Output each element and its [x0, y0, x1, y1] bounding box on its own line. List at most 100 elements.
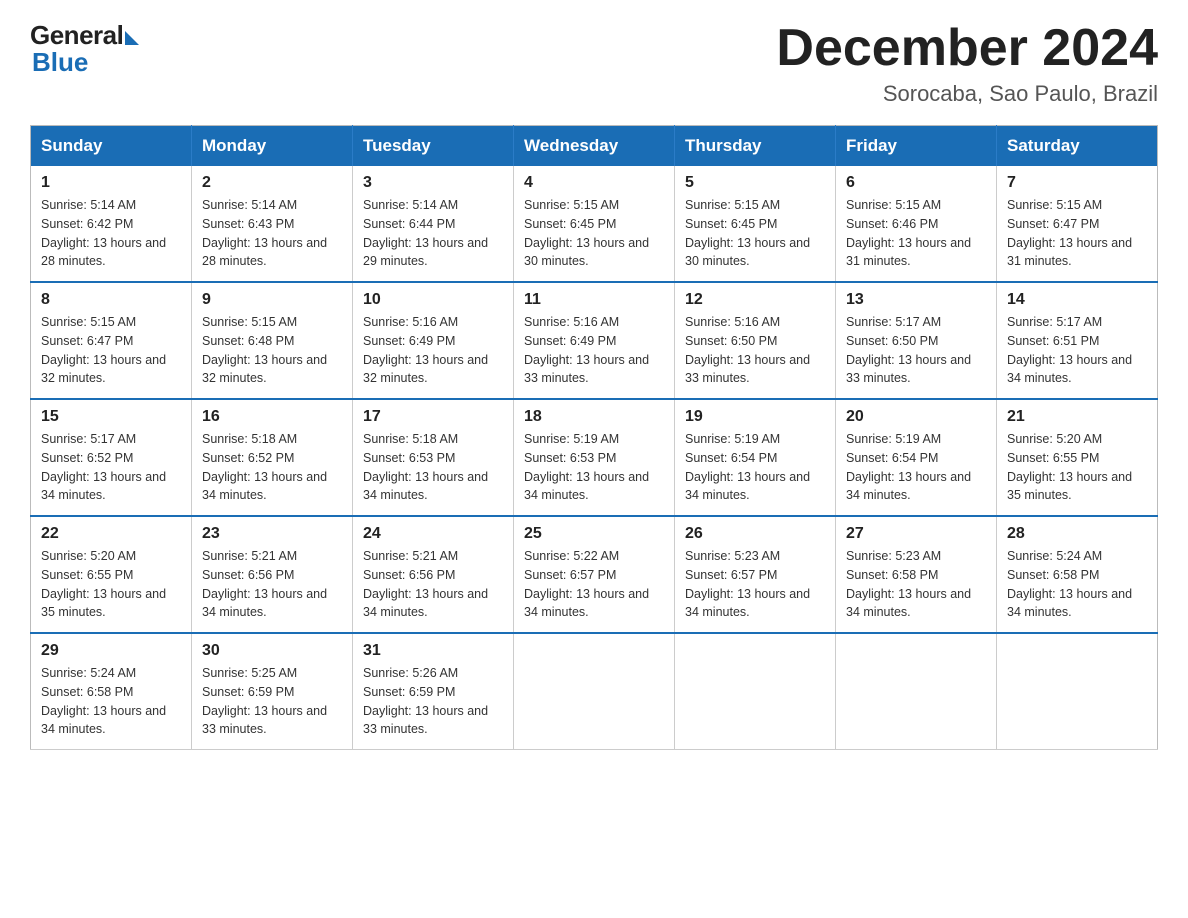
day-info: Sunrise: 5:23 AMSunset: 6:58 PMDaylight:… — [846, 547, 986, 622]
day-info: Sunrise: 5:15 AMSunset: 6:47 PMDaylight:… — [1007, 196, 1147, 271]
calendar-day-cell: 30 Sunrise: 5:25 AMSunset: 6:59 PMDayligh… — [192, 633, 353, 750]
day-info: Sunrise: 5:19 AMSunset: 6:54 PMDaylight:… — [846, 430, 986, 505]
calendar-day-cell: 23 Sunrise: 5:21 AMSunset: 6:56 PMDayligh… — [192, 516, 353, 633]
calendar-day-cell: 3Sunrise: 5:14 AMSunset: 6:44 PMDaylight… — [353, 166, 514, 282]
day-info: Sunrise: 5:15 AMSunset: 6:46 PMDaylight:… — [846, 196, 986, 271]
day-number: 3 — [363, 174, 503, 192]
day-info: Sunrise: 5:15 AMSunset: 6:45 PMDaylight:… — [524, 196, 664, 271]
calendar-day-cell: 7 Sunrise: 5:15 AMSunset: 6:47 PMDaylight… — [997, 166, 1158, 282]
day-info: Sunrise: 5:25 AMSunset: 6:59 PMDaylight:… — [202, 664, 342, 739]
day-info: Sunrise: 5:23 AMSunset: 6:57 PMDaylight:… — [685, 547, 825, 622]
calendar-day-cell: 4 Sunrise: 5:15 AMSunset: 6:45 PMDaylight… — [514, 166, 675, 282]
calendar-day-cell: 27 Sunrise: 5:23 AMSunset: 6:58 PMDayligh… — [836, 516, 997, 633]
weekday-header-sunday: Sunday — [31, 126, 192, 167]
day-number: 2 — [202, 174, 342, 192]
calendar-day-cell: 25Sunrise: 5:22 AMSunset: 6:57 PMDayligh… — [514, 516, 675, 633]
day-info: Sunrise: 5:16 AMSunset: 6:49 PMDaylight:… — [363, 313, 503, 388]
day-number: 18 — [524, 408, 664, 426]
calendar-day-cell: 18 Sunrise: 5:19 AMSunset: 6:53 PMDayligh… — [514, 399, 675, 516]
day-number: 5 — [685, 174, 825, 192]
day-info: Sunrise: 5:24 AMSunset: 6:58 PMDaylight:… — [41, 664, 181, 739]
day-number: 4 — [524, 174, 664, 192]
location-subtitle: Sorocaba, Sao Paulo, Brazil — [776, 81, 1158, 107]
calendar-week-row: 22 Sunrise: 5:20 AMSunset: 6:55 PMDayligh… — [31, 516, 1158, 633]
day-info: Sunrise: 5:17 AMSunset: 6:50 PMDaylight:… — [846, 313, 986, 388]
day-info: Sunrise: 5:20 AMSunset: 6:55 PMDaylight:… — [41, 547, 181, 622]
day-number: 1 — [41, 174, 181, 192]
calendar-day-cell: 31Sunrise: 5:26 AMSunset: 6:59 PMDayligh… — [353, 633, 514, 750]
logo: General Blue — [30, 20, 139, 78]
calendar-day-cell: 20 Sunrise: 5:19 AMSunset: 6:54 PMDayligh… — [836, 399, 997, 516]
calendar-day-cell: 11 Sunrise: 5:16 AMSunset: 6:49 PMDayligh… — [514, 282, 675, 399]
day-number: 14 — [1007, 291, 1147, 309]
logo-arrow-icon — [125, 31, 139, 45]
day-number: 20 — [846, 408, 986, 426]
day-number: 6 — [846, 174, 986, 192]
day-number: 10 — [363, 291, 503, 309]
day-number: 30 — [202, 642, 342, 660]
day-number: 15 — [41, 408, 181, 426]
calendar-day-cell: 24Sunrise: 5:21 AMSunset: 6:56 PMDayligh… — [353, 516, 514, 633]
day-info: Sunrise: 5:15 AMSunset: 6:48 PMDaylight:… — [202, 313, 342, 388]
day-number: 27 — [846, 525, 986, 543]
day-number: 22 — [41, 525, 181, 543]
day-info: Sunrise: 5:26 AMSunset: 6:59 PMDaylight:… — [363, 664, 503, 739]
day-number: 29 — [41, 642, 181, 660]
day-number: 26 — [685, 525, 825, 543]
day-number: 16 — [202, 408, 342, 426]
calendar-day-cell: 29 Sunrise: 5:24 AMSunset: 6:58 PMDayligh… — [31, 633, 192, 750]
calendar-day-cell: 1 Sunrise: 5:14 AMSunset: 6:42 PMDaylight… — [31, 166, 192, 282]
month-title: December 2024 — [776, 20, 1158, 77]
calendar-day-cell: 10 Sunrise: 5:16 AMSunset: 6:49 PMDayligh… — [353, 282, 514, 399]
day-info: Sunrise: 5:21 AMSunset: 6:56 PMDaylight:… — [363, 547, 503, 622]
day-info: Sunrise: 5:14 AMSunset: 6:42 PMDaylight:… — [41, 196, 181, 271]
calendar-week-row: 8 Sunrise: 5:15 AMSunset: 6:47 PMDaylight… — [31, 282, 1158, 399]
calendar-day-cell: 14 Sunrise: 5:17 AMSunset: 6:51 PMDayligh… — [997, 282, 1158, 399]
day-info: Sunrise: 5:14 AMSunset: 6:43 PMDaylight:… — [202, 196, 342, 271]
day-number: 17 — [363, 408, 503, 426]
weekday-header-wednesday: Wednesday — [514, 126, 675, 167]
calendar-day-cell: 8 Sunrise: 5:15 AMSunset: 6:47 PMDaylight… — [31, 282, 192, 399]
calendar-week-row: 1 Sunrise: 5:14 AMSunset: 6:42 PMDaylight… — [31, 166, 1158, 282]
day-number: 23 — [202, 525, 342, 543]
day-number: 13 — [846, 291, 986, 309]
day-number: 8 — [41, 291, 181, 309]
calendar-day-cell: 15 Sunrise: 5:17 AMSunset: 6:52 PMDayligh… — [31, 399, 192, 516]
weekday-header-thursday: Thursday — [675, 126, 836, 167]
title-block: December 2024 Sorocaba, Sao Paulo, Brazi… — [776, 20, 1158, 107]
calendar-day-cell: 12Sunrise: 5:16 AMSunset: 6:50 PMDayligh… — [675, 282, 836, 399]
day-info: Sunrise: 5:20 AMSunset: 6:55 PMDaylight:… — [1007, 430, 1147, 505]
day-info: Sunrise: 5:21 AMSunset: 6:56 PMDaylight:… — [202, 547, 342, 622]
calendar-day-cell: 5Sunrise: 5:15 AMSunset: 6:45 PMDaylight… — [675, 166, 836, 282]
day-number: 19 — [685, 408, 825, 426]
calendar-day-cell: 19 Sunrise: 5:19 AMSunset: 6:54 PMDayligh… — [675, 399, 836, 516]
day-info: Sunrise: 5:19 AMSunset: 6:54 PMDaylight:… — [685, 430, 825, 505]
calendar-day-cell: 6 Sunrise: 5:15 AMSunset: 6:46 PMDaylight… — [836, 166, 997, 282]
day-info: Sunrise: 5:18 AMSunset: 6:52 PMDaylight:… — [202, 430, 342, 505]
empty-cell — [514, 633, 675, 750]
day-info: Sunrise: 5:24 AMSunset: 6:58 PMDaylight:… — [1007, 547, 1147, 622]
day-number: 11 — [524, 291, 664, 309]
day-info: Sunrise: 5:15 AMSunset: 6:47 PMDaylight:… — [41, 313, 181, 388]
calendar-day-cell: 21Sunrise: 5:20 AMSunset: 6:55 PMDayligh… — [997, 399, 1158, 516]
day-info: Sunrise: 5:17 AMSunset: 6:51 PMDaylight:… — [1007, 313, 1147, 388]
logo-blue-text: Blue — [32, 47, 88, 78]
calendar-day-cell: 9Sunrise: 5:15 AMSunset: 6:48 PMDaylight… — [192, 282, 353, 399]
empty-cell — [836, 633, 997, 750]
day-number: 12 — [685, 291, 825, 309]
day-number: 25 — [524, 525, 664, 543]
calendar-day-cell: 2 Sunrise: 5:14 AMSunset: 6:43 PMDaylight… — [192, 166, 353, 282]
calendar-day-cell: 26 Sunrise: 5:23 AMSunset: 6:57 PMDayligh… — [675, 516, 836, 633]
calendar-week-row: 29 Sunrise: 5:24 AMSunset: 6:58 PMDayligh… — [31, 633, 1158, 750]
day-info: Sunrise: 5:17 AMSunset: 6:52 PMDaylight:… — [41, 430, 181, 505]
day-info: Sunrise: 5:19 AMSunset: 6:53 PMDaylight:… — [524, 430, 664, 505]
calendar-week-row: 15 Sunrise: 5:17 AMSunset: 6:52 PMDayligh… — [31, 399, 1158, 516]
day-number: 7 — [1007, 174, 1147, 192]
day-number: 28 — [1007, 525, 1147, 543]
weekday-header-monday: Monday — [192, 126, 353, 167]
calendar-day-cell: 13 Sunrise: 5:17 AMSunset: 6:50 PMDayligh… — [836, 282, 997, 399]
weekday-header-friday: Friday — [836, 126, 997, 167]
calendar-day-cell: 17 Sunrise: 5:18 AMSunset: 6:53 PMDayligh… — [353, 399, 514, 516]
day-info: Sunrise: 5:18 AMSunset: 6:53 PMDaylight:… — [363, 430, 503, 505]
day-info: Sunrise: 5:16 AMSunset: 6:49 PMDaylight:… — [524, 313, 664, 388]
